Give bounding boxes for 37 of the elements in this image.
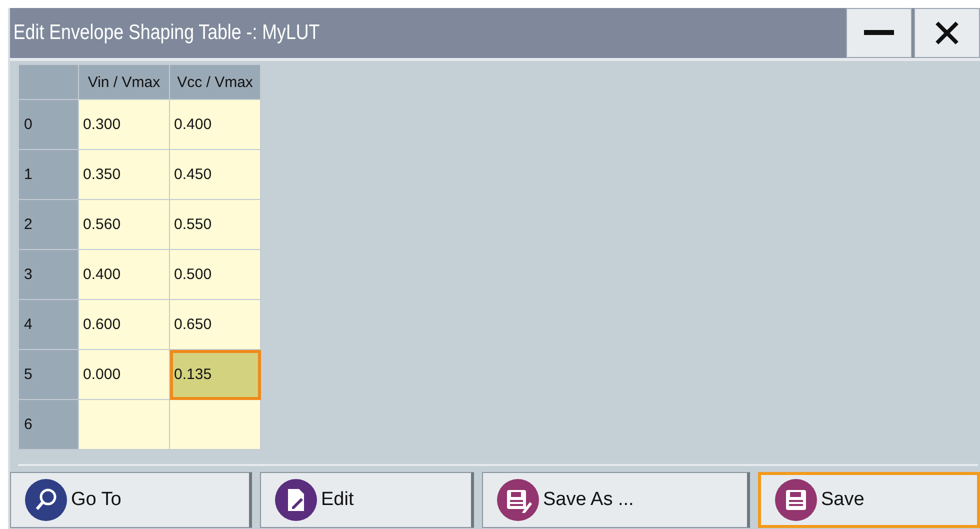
row-header: 4 — [18, 300, 78, 350]
floppy-pen-icon — [497, 479, 539, 521]
table-cell[interactable]: 0.300 — [78, 100, 170, 150]
table-cell[interactable]: 0.135 — [170, 350, 260, 400]
close-icon — [934, 20, 960, 46]
save-button[interactable]: Save — [758, 472, 980, 528]
table-cell[interactable]: 0.550 — [170, 200, 260, 250]
table-cell[interactable]: 0.500 — [170, 250, 260, 300]
minimize-button[interactable] — [846, 8, 912, 58]
row-header: 5 — [18, 350, 78, 400]
edit-button[interactable]: Edit — [260, 472, 474, 528]
table-cell[interactable]: 0.000 — [78, 350, 170, 400]
table-cell[interactable] — [170, 400, 260, 450]
row-header: 2 — [18, 200, 78, 250]
floppy-disk-icon — [775, 479, 817, 521]
table-cell[interactable]: 0.350 — [78, 150, 170, 200]
table-cell[interactable]: 0.400 — [78, 250, 170, 300]
table-cell[interactable]: 0.650 — [170, 300, 260, 350]
save-as-button[interactable]: Save As ... — [482, 472, 750, 528]
row-header: 6 — [18, 400, 78, 450]
table-cell[interactable]: 0.600 — [78, 300, 170, 350]
row-header: 0 — [18, 100, 78, 150]
minimize-icon — [864, 30, 894, 36]
window-title: Edit Envelope Shaping Table -: MyLUT — [12, 21, 320, 45]
close-button[interactable] — [914, 8, 980, 58]
table-cell[interactable]: 0.450 — [170, 150, 260, 200]
column-header: Vcc / Vmax — [170, 64, 260, 100]
column-header: Vin / Vmax — [78, 64, 170, 100]
table-cell[interactable]: 0.560 — [78, 200, 170, 250]
table-cell[interactable] — [78, 400, 170, 450]
row-header: 1 — [18, 150, 78, 200]
search-button[interactable]: Go To — [10, 472, 252, 528]
row-header: 3 — [18, 250, 78, 300]
document-pen-icon — [275, 479, 317, 521]
table-cell[interactable]: 0.400 — [170, 100, 260, 150]
search-icon — [25, 479, 67, 521]
corner-cell — [18, 64, 78, 100]
